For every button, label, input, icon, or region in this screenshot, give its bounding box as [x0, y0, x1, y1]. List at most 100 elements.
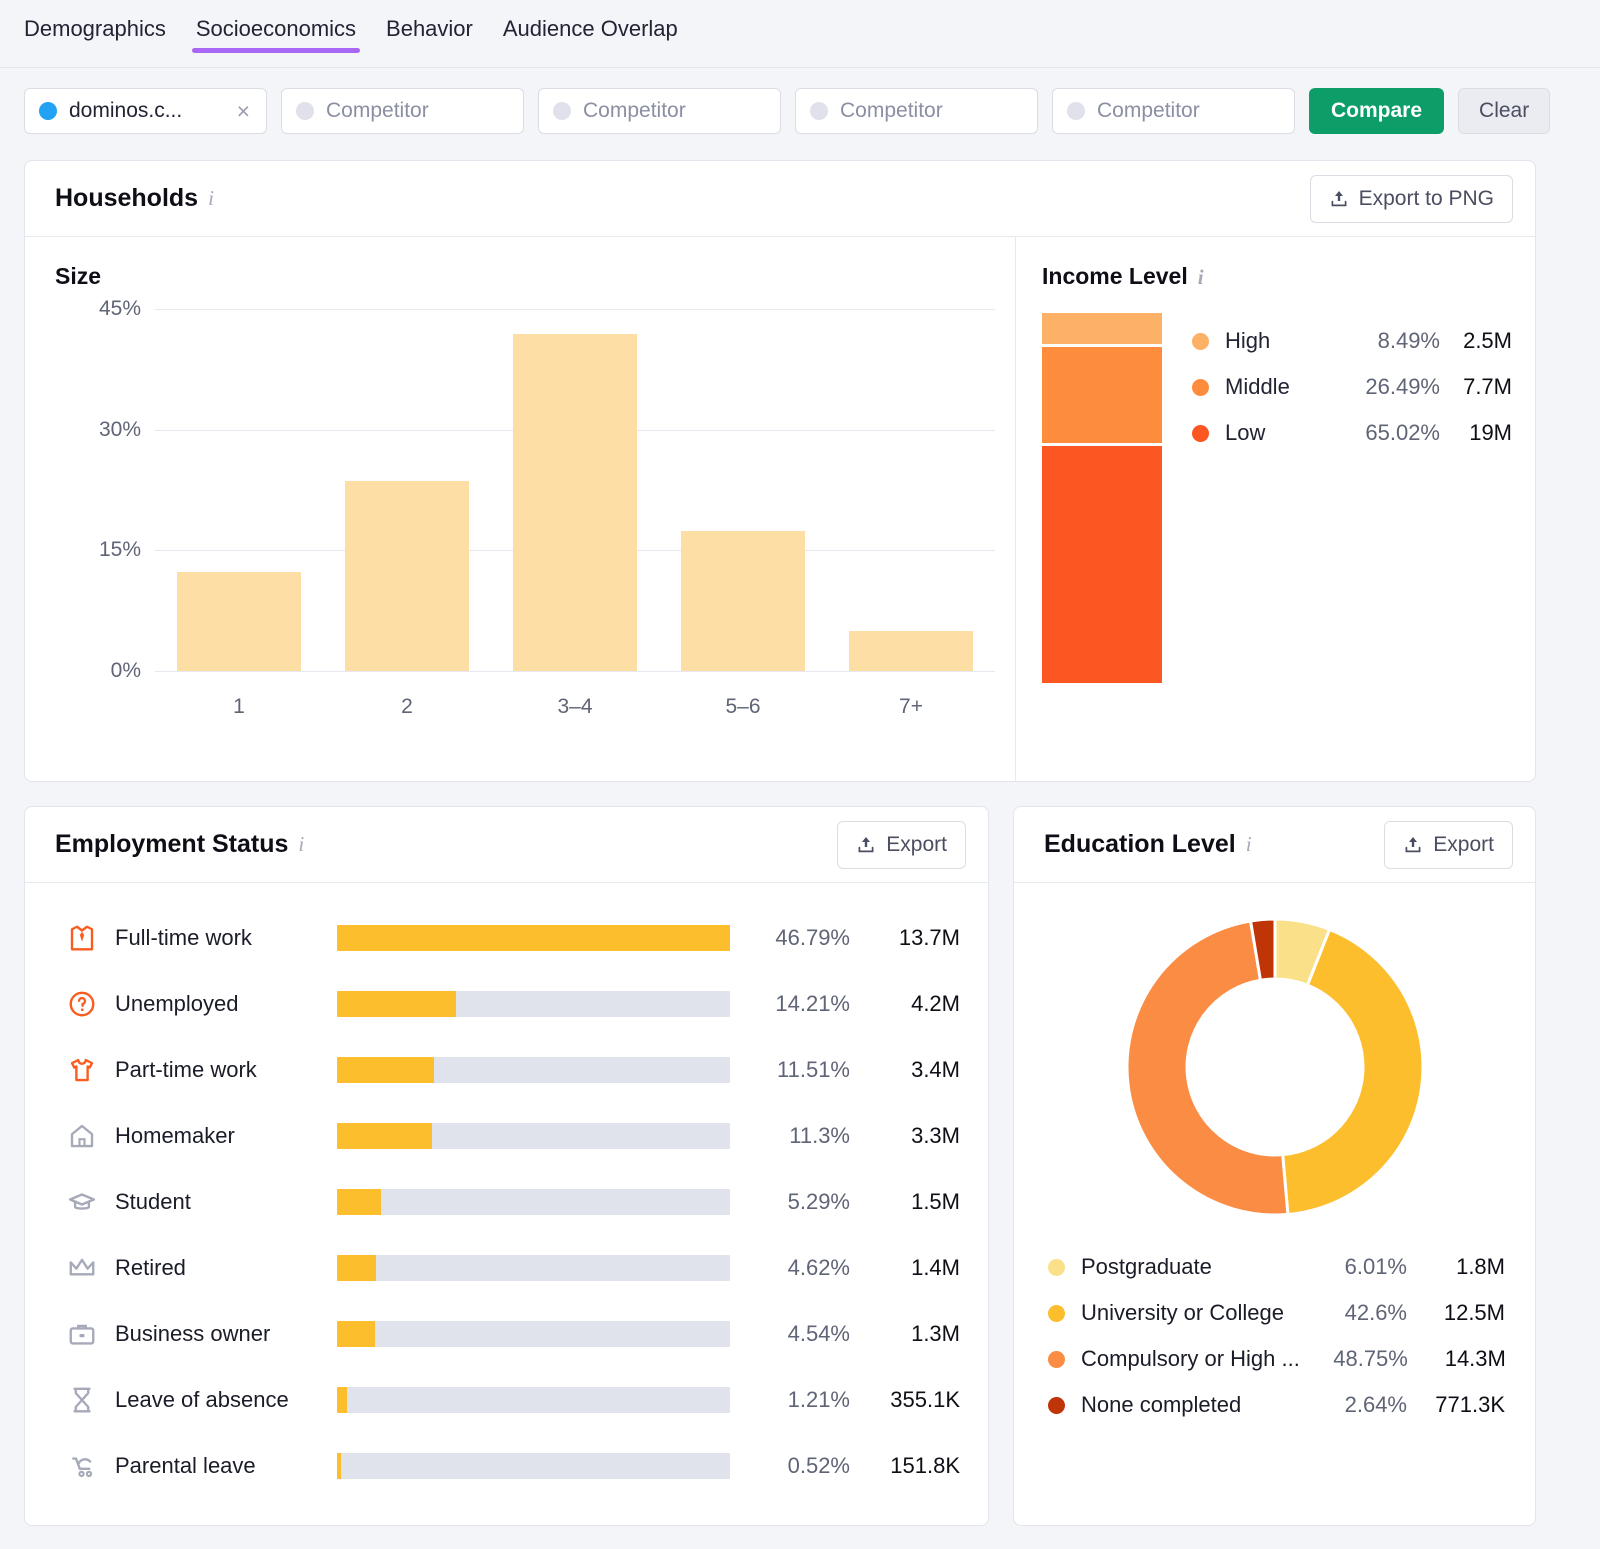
legend-item[interactable]: Compulsory or High ...48.75%14.3M — [1048, 1336, 1505, 1382]
employment-absolute: 3.4M — [850, 1057, 960, 1083]
employment-row[interactable]: Retired4.62%1.4M — [25, 1235, 988, 1301]
employment-status-title: Employment Status — [55, 830, 288, 859]
competitor-bar: dominos.c... × Competitor Competitor Com… — [0, 68, 1600, 134]
income-segment[interactable] — [1042, 347, 1162, 443]
employment-percent: 11.51% — [730, 1057, 850, 1083]
bar[interactable] — [681, 531, 805, 671]
compare-button[interactable]: Compare — [1309, 88, 1444, 134]
progress-fill — [337, 925, 730, 951]
tab-behavior[interactable]: Behavior — [386, 18, 473, 53]
legend-absolute: 12.5M — [1407, 1300, 1505, 1326]
employment-label: Retired — [115, 1255, 337, 1281]
legend-color-dot — [1048, 1351, 1065, 1368]
employment-absolute: 151.8K — [850, 1453, 960, 1479]
legend-item[interactable]: Low65.02%19M — [1192, 410, 1512, 456]
info-icon[interactable]: i — [298, 832, 304, 857]
domain-color-dot — [39, 102, 57, 120]
domain-chip-label: dominos.c... — [69, 99, 223, 123]
question-circle-icon — [67, 989, 97, 1019]
education-export-label: Export — [1433, 833, 1494, 857]
education-level-title: Education Level — [1044, 830, 1236, 859]
education-level-header: Education Level i Export — [1014, 807, 1535, 883]
employment-row[interactable]: Part-time work11.51%3.4M — [25, 1037, 988, 1103]
legend-percent: 2.64% — [1299, 1392, 1407, 1418]
employment-row[interactable]: Homemaker11.3%3.3M — [25, 1103, 988, 1169]
bar[interactable] — [513, 334, 637, 671]
employment-row[interactable]: Full-time work46.79%13.7M — [25, 905, 988, 971]
info-icon[interactable]: i — [1198, 265, 1204, 289]
bar[interactable] — [849, 631, 973, 671]
tab-socioeconomics[interactable]: Socioeconomics — [196, 18, 356, 53]
employment-percent: 1.21% — [730, 1387, 850, 1413]
x-axis-tick-label: 1 — [155, 695, 323, 719]
bar-column[interactable] — [659, 309, 827, 671]
competitor-input-3[interactable]: Competitor — [795, 88, 1038, 134]
employment-row[interactable]: Parental leave0.52%151.8K — [25, 1433, 988, 1499]
progress-fill — [337, 991, 456, 1017]
y-axis-tick-label: 30% — [55, 418, 141, 442]
clear-button[interactable]: Clear — [1458, 88, 1550, 134]
tab-audience-overlap[interactable]: Audience Overlap — [503, 18, 678, 53]
employment-row[interactable]: Unemployed14.21%4.2M — [25, 971, 988, 1037]
progress-track — [337, 1057, 730, 1083]
export-to-png-button[interactable]: Export to PNG — [1310, 175, 1513, 223]
legend-percent: 65.02% — [1340, 420, 1440, 446]
education-donut-chart — [1014, 883, 1535, 1238]
competitor-color-dot — [296, 102, 314, 120]
legend-item[interactable]: High8.49%2.5M — [1192, 318, 1512, 364]
employment-absolute: 1.5M — [850, 1189, 960, 1215]
x-axis-tick-label: 7+ — [827, 695, 995, 719]
progress-fill — [337, 1057, 434, 1083]
info-icon[interactable]: i — [1246, 832, 1252, 857]
education-export-button[interactable]: Export — [1384, 821, 1513, 869]
progress-track — [337, 1189, 730, 1215]
legend-item[interactable]: None completed2.64%771.3K — [1048, 1382, 1505, 1428]
close-icon[interactable]: × — [235, 100, 252, 123]
legend-absolute: 7.7M — [1440, 374, 1512, 400]
bar-column[interactable] — [155, 309, 323, 671]
legend-item[interactable]: University or College42.6%12.5M — [1048, 1290, 1505, 1336]
income-level-chart: High8.49%2.5MMiddle26.49%7.7MLow65.02%19… — [1042, 313, 1512, 683]
legend-label: Low — [1225, 420, 1265, 446]
bar[interactable] — [345, 481, 469, 671]
competitor-input-2[interactable]: Competitor — [538, 88, 781, 134]
bar-column[interactable] — [491, 309, 659, 671]
income-level-title: Income Leveli — [1042, 263, 1513, 290]
tshirt-icon — [67, 1055, 97, 1085]
bar-column[interactable] — [323, 309, 491, 671]
household-size-chart: 45%30%15%0% 123–45–67+ — [55, 309, 995, 729]
legend-color-dot — [1048, 1305, 1065, 1322]
upload-icon — [856, 835, 876, 855]
legend-item[interactable]: Middle26.49%7.7M — [1192, 364, 1512, 410]
bar-column[interactable] — [827, 309, 995, 671]
progress-track — [337, 1123, 730, 1149]
competitor-input-1[interactable]: Competitor — [281, 88, 524, 134]
legend-absolute: 1.8M — [1407, 1254, 1505, 1280]
employment-export-button[interactable]: Export — [837, 821, 966, 869]
competitor-placeholder: Competitor — [840, 99, 1023, 123]
households-header: Households i Export to PNG — [25, 161, 1535, 237]
legend-color-dot — [1192, 379, 1209, 396]
progress-fill — [337, 1453, 341, 1479]
legend-absolute: 2.5M — [1440, 328, 1512, 354]
competitor-input-4[interactable]: Competitor — [1052, 88, 1295, 134]
employment-row[interactable]: Leave of absence1.21%355.1K — [25, 1367, 988, 1433]
employment-row[interactable]: Business owner4.54%1.3M — [25, 1301, 988, 1367]
progress-fill — [337, 1387, 347, 1413]
x-axis-tick-label: 5–6 — [659, 695, 827, 719]
legend-item[interactable]: Postgraduate6.01%1.8M — [1048, 1244, 1505, 1290]
employment-export-label: Export — [886, 833, 947, 857]
tab-bar: Demographics Socioeconomics Behavior Aud… — [0, 0, 1600, 68]
bar[interactable] — [177, 572, 301, 671]
income-segment[interactable] — [1042, 313, 1162, 344]
competitor-placeholder: Competitor — [1097, 99, 1280, 123]
legend-label: Compulsory or High ... — [1081, 1346, 1300, 1372]
income-segment[interactable] — [1042, 446, 1162, 683]
x-axis-tick-label: 3–4 — [491, 695, 659, 719]
income-level-panel: Income Leveli High8.49%2.5MMiddle26.49%7… — [1016, 237, 1535, 782]
tab-demographics[interactable]: Demographics — [24, 18, 166, 53]
employment-row[interactable]: Student5.29%1.5M — [25, 1169, 988, 1235]
domain-chip-dominos[interactable]: dominos.c... × — [24, 88, 267, 134]
info-icon[interactable]: i — [208, 186, 214, 211]
legend-label: Postgraduate — [1081, 1254, 1212, 1280]
